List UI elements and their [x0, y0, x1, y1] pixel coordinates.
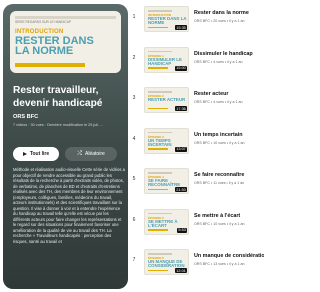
- video-title[interactable]: Rester dans la norme: [194, 10, 264, 16]
- cover-decor-line: [15, 16, 116, 19]
- video-list-item[interactable]: 5 ÉPISODE 4 SE FAIRE RECONNAÎTRE 21:53 Se fa…: [128, 166, 264, 200]
- video-index: 2: [132, 54, 136, 61]
- playlist-meta: 7 vidéos · 30 vues · Dernière modificati…: [13, 123, 104, 127]
- video-duration-badge: 15:00: [175, 65, 187, 71]
- cover-title-line2: LA NORME: [15, 45, 74, 57]
- video-list: 1 INTRODUCTION RESTER DANS LA NORME 15:35 Re…: [128, 4, 264, 289]
- video-duration-badge: 5:53: [177, 227, 187, 233]
- thumbnail-decor-line: [148, 50, 172, 52]
- thumbnail-decor-line: [148, 253, 172, 255]
- play-all-button[interactable]: Tout lire: [13, 147, 59, 161]
- thumbnail-accent-bar: [148, 26, 168, 28]
- playlist-panel: SERIE REGARDS SUR LE HANDICAP INTRODUCTI…: [3, 4, 128, 289]
- video-metadata: ORS BFC • 13 vues • il y a 1 an: [194, 262, 245, 266]
- video-metadata: ORS BFC • 20 vues • il y a 1 an: [194, 19, 245, 23]
- video-list-item[interactable]: 2 ÉPISODE 1 DISSIMULER LE HANDICAP 15:00 Dis…: [128, 45, 264, 79]
- thumbnail-decor-line: [148, 10, 172, 12]
- video-list-item[interactable]: 1 INTRODUCTION RESTER DANS LA NORME 15:35 Re…: [128, 4, 264, 38]
- thumbnail-accent-bar: [148, 148, 168, 150]
- video-thumbnail[interactable]: ÉPISODE 2 RESTER ACTEUR 17:36: [144, 87, 189, 113]
- playlist-actions: Tout lire ⤮ Aléatoire: [11, 147, 123, 161]
- play-all-label: Tout lire: [29, 151, 50, 157]
- playlist-author[interactable]: ORS BFC: [13, 114, 38, 120]
- video-metadata: ORS BFC • 10 vues • il y a 1 an: [194, 221, 245, 226]
- video-duration-badge: 21:53: [175, 187, 187, 192]
- video-duration-badge: 15:35: [175, 25, 187, 30]
- video-title[interactable]: Un manque de considération: [194, 253, 264, 259]
- thumbnail-accent-bar: [148, 269, 168, 271]
- video-index: 7: [132, 257, 136, 263]
- video-list-item[interactable]: 7 ÉPISODE 6 UN MANQUE DE CONSIDÉRATION 12:0…: [128, 247, 264, 281]
- video-title[interactable]: Dissimuler le handicap: [194, 51, 264, 57]
- video-index: 3: [132, 95, 136, 101]
- video-thumbnail[interactable]: ÉPISODE 4 SE FAIRE RECONNAÎTRE 21:53: [144, 168, 189, 194]
- video-thumbnail[interactable]: ÉPISODE 1 DISSIMULER LE HANDICAP 15:00: [144, 46, 189, 73]
- video-metadata: ORS BFC • 10 vues • il y a 1 an: [194, 140, 245, 145]
- video-title[interactable]: Se mettre à l'écart: [194, 213, 264, 219]
- cover-subtitle: SERIE REGARDS SUR LE HANDICAP: [15, 20, 71, 24]
- thumbnail-decor-line: [148, 172, 172, 174]
- video-index: 6: [132, 216, 136, 223]
- video-index: 5: [132, 176, 136, 182]
- thumbnail-decor-line: [148, 131, 172, 133]
- video-thumbnail[interactable]: ÉPISODE 6 UN MANQUE DE CONSIDÉRATION 12:01: [144, 249, 189, 275]
- thumbnail-title: UN TEMPS INCERTAIN: [148, 137, 172, 147]
- video-duration-badge: 13:07: [175, 146, 187, 152]
- video-thumbnail[interactable]: ÉPISODE 5 SE METTRE À L'ÉCART 5:53: [144, 208, 189, 235]
- video-metadata: ORS BFC • 11 vues • il y a 1 an: [194, 181, 245, 185]
- playlist-title: Rester travailleur, devenir handicapé: [13, 85, 103, 109]
- playlist-cover[interactable]: SERIE REGARDS SUR LE HANDICAP INTRODUCTI…: [10, 11, 121, 73]
- video-index: 4: [132, 135, 136, 142]
- thumbnail-title: SE METTRE À L'ÉCART: [148, 218, 178, 228]
- shuffle-label: Aléatoire: [85, 151, 105, 157]
- thumbnail-accent-bar: [148, 229, 168, 231]
- shuffle-button[interactable]: ⤮ Aléatoire: [65, 147, 117, 161]
- shuffle-icon: ⤮: [77, 150, 83, 157]
- thumbnail-accent-bar: [148, 188, 168, 190]
- thumbnail-title: RESTER ACTEUR: [148, 97, 186, 102]
- play-icon: [22, 152, 27, 156]
- video-title[interactable]: Se faire reconnaître: [194, 172, 264, 178]
- cover-accent-bar: [15, 63, 85, 67]
- thumbnail-accent-bar: [148, 67, 168, 69]
- video-metadata: ORS BFC • 4 vues • il y a 1 an: [194, 100, 243, 104]
- video-list-item[interactable]: 6 ÉPISODE 5 SE METTRE À L'ÉCART 5:53 Se mett…: [128, 207, 264, 241]
- thumbnail-accent-bar: [148, 107, 168, 109]
- cover-title: RESTER DANS LA NORME: [15, 36, 94, 57]
- video-title[interactable]: Rester acteur: [194, 91, 264, 97]
- playlist-description: Méthode et réalisation audio-visuelle Ce…: [13, 167, 125, 244]
- video-duration-badge: 17:36: [175, 106, 187, 111]
- video-thumbnail[interactable]: INTRODUCTION RESTER DANS LA NORME 15:35: [144, 6, 189, 32]
- thumbnail-decor-line: [148, 212, 172, 214]
- video-metadata: ORS BFC • 4 vues • il y a 1 an: [194, 59, 243, 64]
- thumbnail-decor-line: [148, 91, 172, 93]
- video-duration-badge: 12:01: [175, 268, 187, 273]
- video-title[interactable]: Un temps incertain: [194, 132, 264, 138]
- video-list-item[interactable]: 3 ÉPISODE 2 RESTER ACTEUR 17:36 Rester acteu…: [128, 85, 264, 119]
- thumbnail-title: DISSIMULER LE HANDICAP: [148, 56, 182, 66]
- video-thumbnail[interactable]: ÉPISODE 3 UN TEMPS INCERTAIN 13:07: [144, 127, 189, 154]
- video-list-item[interactable]: 4 ÉPISODE 3 UN TEMPS INCERTAIN 13:07 Un temp…: [128, 126, 264, 160]
- video-index: 1: [132, 14, 136, 20]
